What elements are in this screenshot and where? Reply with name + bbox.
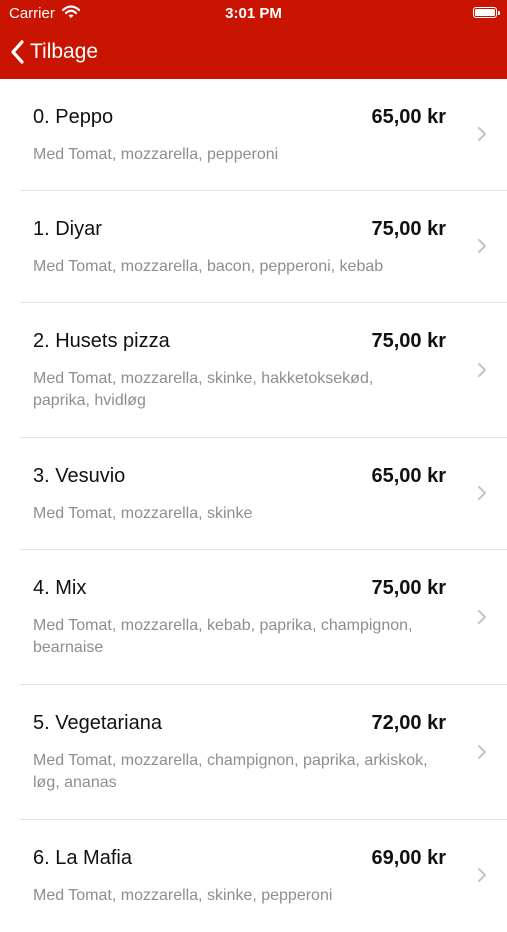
item-price: 72,00 kr xyxy=(371,712,446,734)
item-price: 65,00 kr xyxy=(371,465,446,487)
status-bar: Carrier 3:01 PM xyxy=(0,0,507,28)
item-name: 2. Husets pizza xyxy=(33,330,170,352)
item-name: 3. Vesuvio xyxy=(33,465,126,487)
list-item[interactable]: 1. Diyar 75,00 kr Med Tomat, mozzarella,… xyxy=(0,191,507,303)
item-description: Med Tomat, mozzarella, bacon, pepperoni,… xyxy=(33,258,384,275)
item-name: 6. La Mafia xyxy=(33,847,132,869)
item-name: 5. Vegetariana xyxy=(33,712,162,734)
status-time: 3:01 PM xyxy=(225,5,282,22)
chevron-right-icon xyxy=(478,127,486,141)
item-description: Med Tomat, mozzarella, skinke, hakketoks… xyxy=(33,370,374,409)
battery-icon xyxy=(473,7,500,18)
chevron-right-icon xyxy=(478,239,486,253)
navigation-bar: Carrier 3:01 PM Tilbage xyxy=(0,0,507,79)
back-button[interactable]: Tilbage xyxy=(10,38,98,66)
item-price: 75,00 kr xyxy=(371,577,446,599)
item-price: 75,00 kr xyxy=(371,218,446,240)
list-item[interactable]: 5. Vegetariana 72,00 kr Med Tomat, mozza… xyxy=(0,685,507,820)
item-price: 69,00 kr xyxy=(371,847,446,869)
back-button-label: Tilbage xyxy=(30,40,99,63)
item-name: 4. Mix xyxy=(33,577,87,599)
item-description: Med Tomat, mozzarella, skinke xyxy=(33,505,253,522)
item-name: 0. Peppo xyxy=(33,106,114,128)
item-description: Med Tomat, mozzarella, champignon, papri… xyxy=(33,752,428,791)
chevron-right-icon xyxy=(478,363,486,377)
chevron-right-icon xyxy=(478,745,486,759)
list-item[interactable]: 6. La Mafia 69,00 kr Med Tomat, mozzarel… xyxy=(0,820,507,932)
item-price: 75,00 kr xyxy=(371,330,446,352)
list-item[interactable]: 0. Peppo 65,00 kr Med Tomat, mozzarella,… xyxy=(0,79,507,191)
item-description: Med Tomat, mozzarella, pepperoni xyxy=(33,146,279,163)
item-price: 65,00 kr xyxy=(371,106,446,128)
chevron-right-icon xyxy=(478,868,486,882)
item-description: Med Tomat, mozzarella, skinke, pepperoni xyxy=(33,887,333,904)
chevron-right-icon xyxy=(478,486,486,500)
list-item[interactable]: 4. Mix 75,00 kr Med Tomat, mozzarella, k… xyxy=(0,550,507,685)
chevron-left-icon xyxy=(10,40,24,64)
item-name: 1. Diyar xyxy=(33,218,102,240)
item-description: Med Tomat, mozzarella, kebab, paprika, c… xyxy=(33,617,413,656)
list-item[interactable]: 2. Husets pizza 75,00 kr Med Tomat, mozz… xyxy=(0,303,507,438)
chevron-right-icon xyxy=(478,610,486,624)
list-item[interactable]: 3. Vesuvio 65,00 kr Med Tomat, mozzarell… xyxy=(0,438,507,550)
menu-list: 0. Peppo 65,00 kr Med Tomat, mozzarella,… xyxy=(0,79,507,932)
